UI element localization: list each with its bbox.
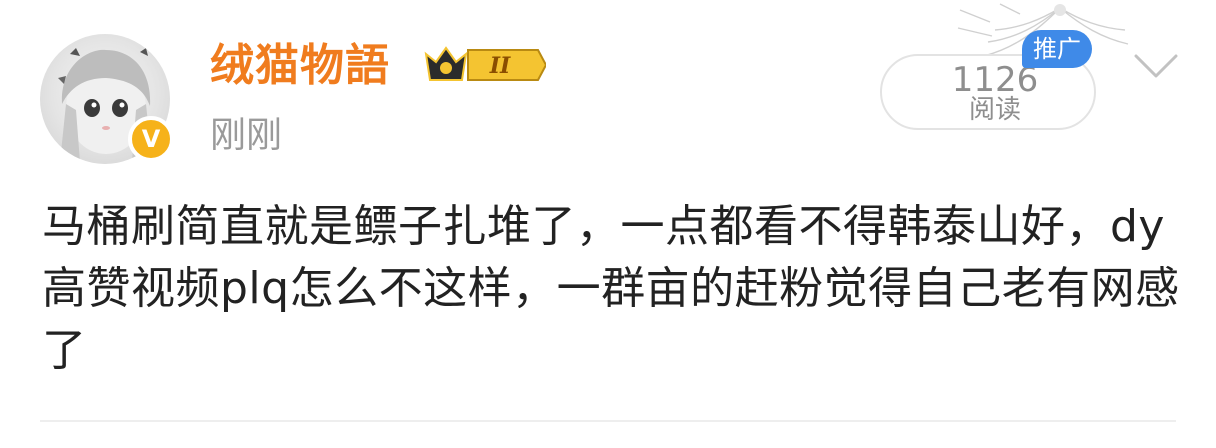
crown-level-icon[interactable]: II — [422, 42, 546, 88]
author-name[interactable]: 绒猫物語 — [210, 38, 390, 94]
read-label: 阅读 — [968, 95, 1021, 125]
promo-tag[interactable]: 推广 — [1022, 30, 1092, 68]
level-badge-text: II — [489, 53, 511, 79]
chevron-down-icon[interactable] — [1130, 46, 1182, 86]
verified-mark: V — [141, 125, 161, 153]
verified-v-badge-icon: V — [128, 116, 174, 162]
divider — [40, 420, 1176, 422]
post-content: 马桶刷简直就是鳔子扎堆了，一点都看不得韩泰山好，dy高赞视频plq怎么不这样，一… — [42, 201, 1180, 376]
weibo-post-card: V 绒猫物語 II 刚刚 1126 阅读 推广 马桶刷简直就是鳔子扎堆了，一点都… — [0, 0, 1216, 448]
post-timestamp: 刚刚 — [210, 115, 283, 156]
